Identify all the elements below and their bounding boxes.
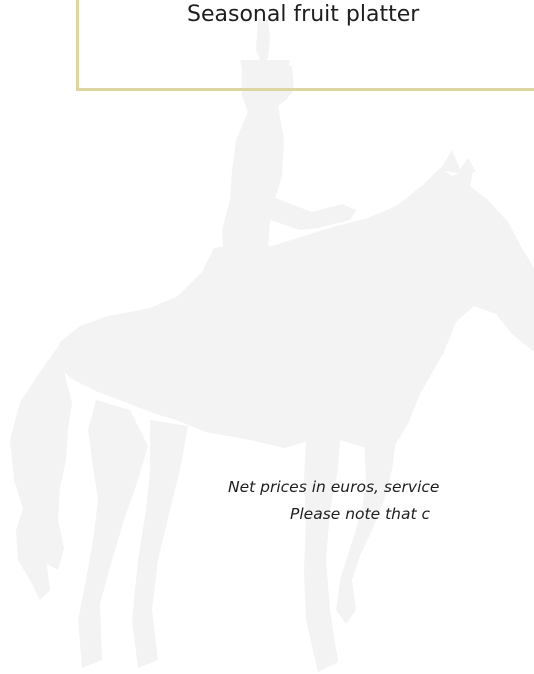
horse-rider-watermark-icon — [10, 18, 534, 672]
price-note-line1: Net prices in euros, service — [228, 478, 440, 496]
menu-item-name: Seasonal fruit platter — [187, 2, 420, 27]
price-note-line2: Please note that c — [290, 505, 430, 523]
